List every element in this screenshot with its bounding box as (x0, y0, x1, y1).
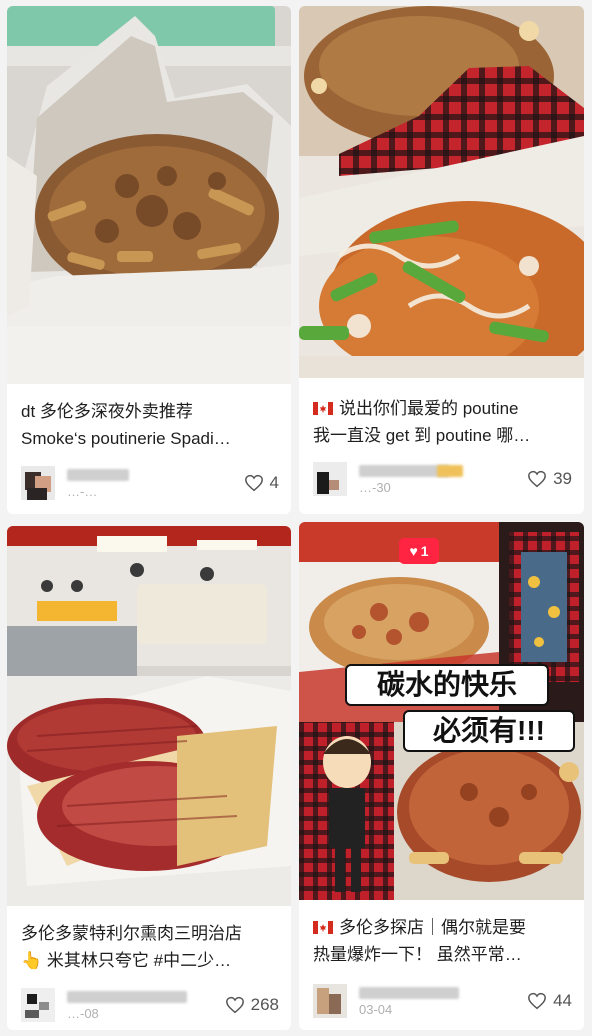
like-count: 268 (250, 995, 279, 1014)
author-name-redacted[interactable] (67, 469, 129, 481)
avatar[interactable] (21, 988, 55, 1022)
heart-outline-icon (528, 470, 546, 488)
card-title-line-1: dt 多伦多深夜外卖推荐 (21, 402, 193, 421)
heart-outline-icon (528, 992, 546, 1010)
like-button[interactable]: 44 (527, 990, 572, 1012)
avatar[interactable] (313, 984, 347, 1018)
card-title[interactable]: 说出你们最爱的 poutine 我一直没 get 到 poutine 哪… (313, 395, 574, 449)
canada-flag-icon (313, 402, 333, 415)
card-title-line-2: 👆 米其林只夸它 #中二少… (21, 951, 232, 970)
poutine-box-image (7, 6, 291, 384)
author-name-redacted[interactable] (359, 465, 449, 477)
post-date: …-… (67, 484, 98, 499)
card-title[interactable]: 多伦多蒙特利尔熏肉三明治店 👆 米其林只夸它 #中二少… (21, 920, 281, 974)
overlay-caption-line-2: 必须有!!! (403, 710, 575, 752)
avatar[interactable] (313, 462, 347, 496)
card-photo-poutine-plaid[interactable] (299, 6, 584, 378)
poutine-plaid-box-image (299, 6, 584, 378)
card-title-line-1: 多伦多蒙特利尔熏肉三明治店 (21, 924, 242, 943)
card-meta: …-08 268 (21, 988, 279, 1024)
card-meta: …-… 4 (21, 466, 279, 502)
card-photo-poutine-collage[interactable]: ♥ 1 碳水的快乐 必须有!!! (299, 522, 584, 900)
card-title-line-2: 我一直没 get 到 poutine 哪… (313, 426, 531, 445)
card-title-line-1: 多伦多探店｜偶尔就是要 (313, 914, 574, 941)
like-count: 44 (553, 991, 572, 1010)
feed-card-4[interactable]: ♥ 1 碳水的快乐 必须有!!! 多伦多探店｜偶尔就是要 热量爆炸一下！ 虽然平常… (299, 522, 584, 1030)
post-date: …-30 (359, 480, 391, 495)
feed-card-1[interactable]: dt 多伦多深夜外卖推荐 Smoke‘s poutinerie Spadi… …… (7, 6, 291, 514)
card-title[interactable]: dt 多伦多深夜外卖推荐 Smoke‘s poutinerie Spadi… (21, 398, 281, 452)
badge-count: 1 (420, 543, 429, 559)
heart-outline-icon (225, 996, 244, 1014)
canada-flag-icon (313, 921, 333, 934)
avatar[interactable] (21, 466, 55, 500)
author-badge-redacted (437, 465, 463, 477)
card-title[interactable]: 多伦多探店｜偶尔就是要 热量爆炸一下！ 虽然平常… (313, 914, 574, 968)
like-count: 39 (553, 469, 572, 488)
like-button[interactable]: 4 (244, 472, 279, 494)
feed-card-3[interactable]: 多伦多蒙特利尔熏肉三明治店 👆 米其林只夸它 #中二少… …-08 268 (7, 526, 291, 1030)
card-meta: 03-04 44 (313, 984, 572, 1020)
card-title-line-2: 热量爆炸一下！ 虽然平常… (313, 945, 522, 964)
like-button[interactable]: 39 (527, 468, 572, 490)
like-button[interactable]: 268 (225, 994, 279, 1016)
author-name-redacted[interactable] (67, 991, 187, 1003)
card-photo-poutine-box[interactable] (7, 6, 291, 384)
card-title-line-1: 说出你们最爱的 poutine (313, 395, 574, 422)
notification-heart-badge: ♥ 1 (399, 538, 439, 564)
card-title-line-2: Smoke‘s poutinerie Spadi… (21, 429, 231, 448)
badge-heart-icon: ♥ (409, 543, 418, 559)
card-photo-smoked-meat[interactable] (7, 526, 291, 906)
overlay-caption-line-1: 碳水的快乐 (345, 664, 549, 706)
heart-outline-icon (244, 474, 263, 492)
card-title-text: 多伦多探店｜偶尔就是要 (339, 918, 526, 937)
like-count: 4 (269, 473, 279, 492)
smoked-meat-sandwich-image (7, 526, 291, 906)
author-name-redacted[interactable] (359, 987, 459, 999)
card-title-text: 说出你们最爱的 poutine (339, 399, 519, 418)
post-date: …-08 (67, 1006, 99, 1021)
feed-card-2[interactable]: 说出你们最爱的 poutine 我一直没 get 到 poutine 哪… …-… (299, 6, 584, 514)
card-meta: …-30 39 (313, 462, 572, 498)
post-date: 03-04 (359, 1002, 393, 1017)
